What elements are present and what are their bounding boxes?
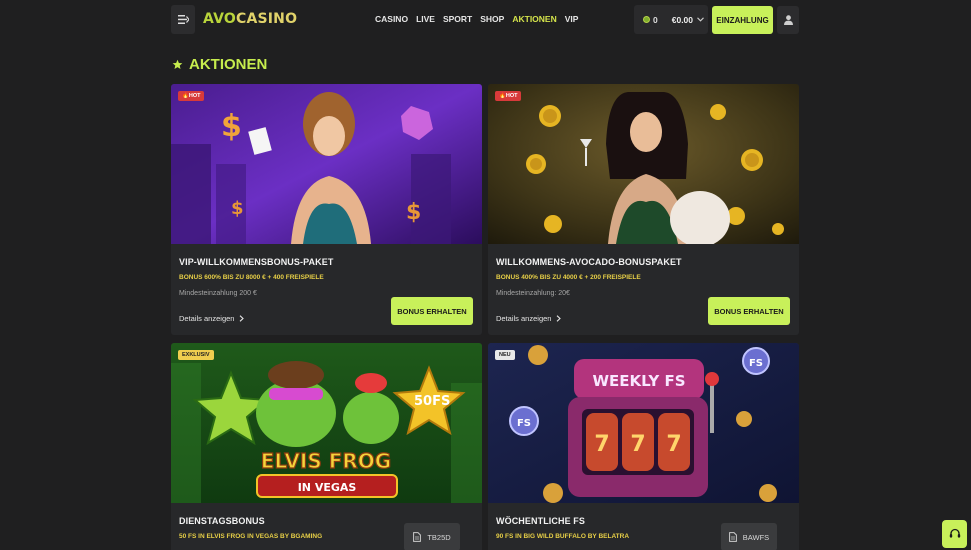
money-balance: €0.00 bbox=[672, 15, 704, 25]
page-title: AKTIONEN bbox=[172, 56, 267, 73]
svg-text:$: $ bbox=[406, 200, 421, 225]
nav-aktionen[interactable]: AKTIONEN bbox=[512, 14, 556, 24]
promo-bonus-text: 90 FS IN BIG WILD BUFFALO BY BELATRA bbox=[496, 533, 630, 540]
menu-icon bbox=[177, 15, 189, 24]
promo-code-button[interactable]: BAWFS bbox=[721, 523, 777, 550]
promo-image-avocado[interactable]: 🔥HOT bbox=[488, 84, 799, 244]
nav-casino[interactable]: CASINO bbox=[375, 14, 408, 24]
promo-min-deposit: Mindesteinzahlung 200 € bbox=[179, 290, 257, 297]
promo-card-avocado: 🔥HOT WILLKOMMENS-AVOCADO-BONUSPAKET BONU… bbox=[488, 84, 799, 335]
new-badge: NEU bbox=[495, 350, 515, 360]
promo-title: VIP-WILLKOMMENSBONUS-PAKET bbox=[179, 257, 334, 267]
promo-title: WÖCHENTLICHE FS bbox=[496, 516, 585, 526]
svg-text:FS: FS bbox=[517, 418, 531, 429]
coin-icon bbox=[643, 16, 650, 23]
image-title-bottom: IN VEGAS bbox=[298, 481, 357, 494]
user-account-button[interactable] bbox=[777, 6, 799, 34]
get-bonus-button[interactable]: BONUS ERHALTEN bbox=[708, 297, 790, 325]
promo-bonus-text: BONUS 600% BIS ZU 8000 € + 400 FREISPIEL… bbox=[179, 274, 324, 281]
user-icon bbox=[783, 15, 793, 25]
chevron-right-icon bbox=[557, 315, 562, 322]
nav-vip[interactable]: VIP bbox=[565, 14, 579, 24]
main-nav: CASINO LIVE SPORT SHOP AKTIONEN VIP bbox=[375, 14, 578, 24]
logo-casino-text: CASINO bbox=[235, 11, 298, 27]
details-link[interactable]: Details anzeigen bbox=[496, 314, 562, 323]
promo-card-vip: $ $ $ 🔥HOT VIP-WILLKOMMENSBONUS-PAKET BO… bbox=[171, 84, 482, 335]
coin-balance: 0 bbox=[643, 15, 658, 25]
promo-code-text: TB25D bbox=[427, 532, 451, 542]
get-bonus-button[interactable]: BONUS ERHALTEN bbox=[391, 297, 473, 325]
svg-text:7: 7 bbox=[666, 432, 681, 457]
promo-image-elvis-frog[interactable]: 50FS ELVIS FROG IN VEGAS EXKLUSIV bbox=[171, 343, 482, 503]
copy-icon bbox=[413, 532, 422, 542]
promo-min-deposit: Mindesteinzahlung: 20€ bbox=[496, 290, 570, 297]
image-star-text: 50FS bbox=[414, 394, 450, 409]
headset-icon bbox=[949, 528, 960, 538]
star-icon bbox=[172, 59, 183, 69]
copy-icon bbox=[728, 532, 737, 542]
svg-text:$: $ bbox=[231, 198, 244, 219]
details-link-label: Details anzeigen bbox=[179, 314, 235, 323]
hot-badge: 🔥HOT bbox=[495, 91, 522, 101]
hot-badge: 🔥HOT bbox=[178, 91, 205, 101]
promo-title: DIENSTAGSBONUS bbox=[179, 516, 265, 526]
svg-text:$: $ bbox=[221, 109, 242, 144]
chevron-right-icon bbox=[240, 315, 245, 322]
promo-bonus-text: BONUS 400% BIS ZU 4000 € + 200 FREISPIEL… bbox=[496, 274, 641, 281]
deposit-button[interactable]: EINZAHLUNG bbox=[712, 6, 773, 34]
details-link[interactable]: Details anzeigen bbox=[179, 314, 245, 323]
nav-live[interactable]: LIVE bbox=[416, 14, 435, 24]
nav-shop[interactable]: SHOP bbox=[480, 14, 504, 24]
svg-text:7: 7 bbox=[630, 432, 645, 457]
promo-title: WILLKOMMENS-AVOCADO-BONUSPAKET bbox=[496, 257, 682, 267]
nav-sport[interactable]: SPORT bbox=[443, 14, 472, 24]
balance-value: €0.00 bbox=[671, 14, 694, 25]
exclusive-badge: EXKLUSIV bbox=[178, 350, 214, 360]
promo-code-text: BAWFS bbox=[742, 532, 770, 542]
promo-image-weekly-fs[interactable]: FS FS WEEKLY FS 7 7 7 NEU bbox=[488, 343, 799, 503]
support-chat-button[interactable] bbox=[942, 520, 967, 548]
site-logo[interactable]: AVOCASINO bbox=[203, 11, 297, 27]
promo-card-weekly-fs: FS FS WEEKLY FS 7 7 7 NEU WÖCHENTLICHE F… bbox=[488, 343, 799, 550]
wallet-display[interactable]: 0 €0.00 bbox=[634, 5, 708, 34]
svg-text:7: 7 bbox=[594, 432, 609, 457]
promo-code-button[interactable]: TB25D bbox=[404, 523, 460, 550]
coin-count: 0 bbox=[653, 14, 658, 25]
top-header: AVOCASINO CASINO LIVE SPORT SHOP AKTIONE… bbox=[171, 5, 799, 35]
image-weekly-text: WEEKLY FS bbox=[592, 372, 685, 390]
page-title-text: AKTIONEN bbox=[189, 56, 268, 73]
svg-text:FS: FS bbox=[749, 358, 763, 369]
chevron-down-icon bbox=[697, 17, 704, 22]
promo-image-vip[interactable]: $ $ $ 🔥HOT bbox=[171, 84, 482, 244]
promo-bonus-text: 50 FS IN ELVIS FROG IN VEGAS BY BGAMING bbox=[179, 533, 323, 540]
details-link-label: Details anzeigen bbox=[496, 314, 552, 323]
logo-avo-text: AVO bbox=[203, 11, 236, 27]
menu-toggle-button[interactable] bbox=[171, 5, 195, 34]
promo-card-dienstag: 50FS ELVIS FROG IN VEGAS EXKLUSIV DIENST… bbox=[171, 343, 482, 550]
image-title-top: ELVIS FROG bbox=[261, 449, 391, 473]
